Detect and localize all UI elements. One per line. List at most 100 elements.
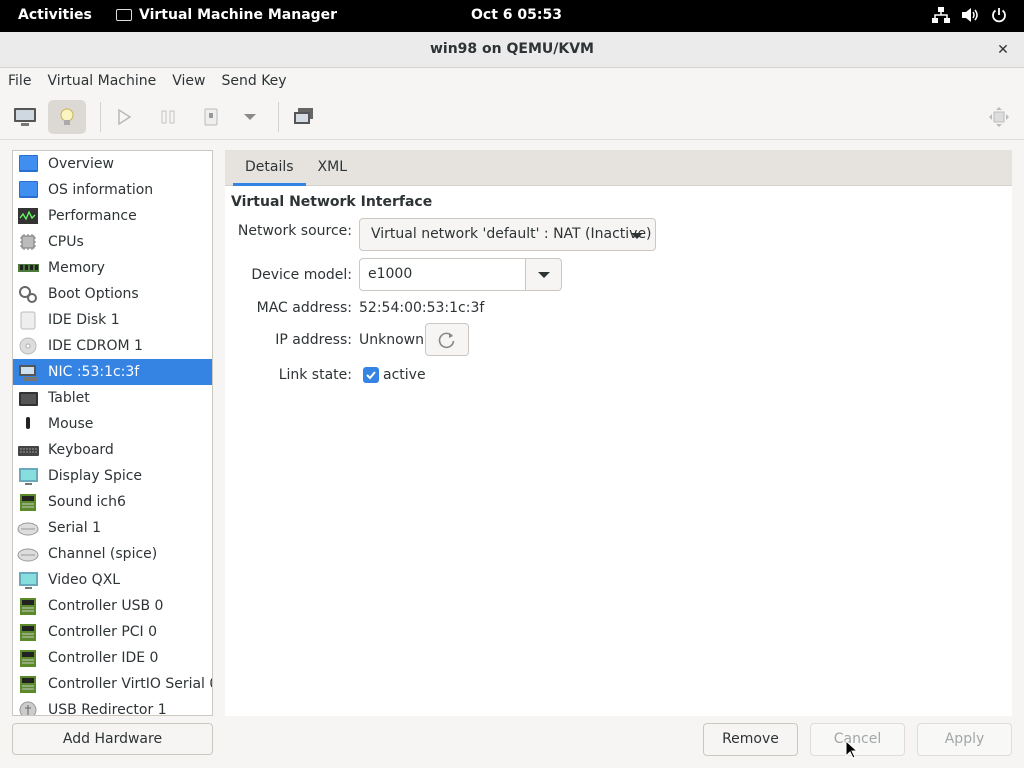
pause-icon [161,110,175,124]
details-panel: Details XML Virtual Network Interface Ne… [225,150,1012,716]
add-hardware-button[interactable]: Add Hardware [12,723,213,755]
app-menu[interactable]: Virtual Machine Manager [116,7,337,23]
window-title: win98 on QEMU/KVM [429,41,594,57]
hardware-list-item-label: Keyboard [48,442,114,458]
tab-xml[interactable]: XML [306,150,359,186]
hardware-list-item-label: Display Spice [48,468,143,484]
hardware-list-item[interactable]: Keyboard [13,437,212,463]
network-source-value: Virtual network 'default' : NAT (Inactiv… [371,226,652,242]
hardware-list-item[interactable]: Tablet [13,385,212,411]
menu-view[interactable]: View [164,68,213,96]
serial-icon [17,548,39,562]
usb-icon [19,701,37,715]
hardware-list-item[interactable]: Controller PCI 0 [13,619,212,645]
hardware-list-item-label: Performance [48,208,137,224]
hardware-list-item-label: Serial 1 [48,520,101,536]
shutdown-button[interactable] [192,100,230,134]
cdrom-icon [19,337,37,355]
menu-send-key[interactable]: Send Key [213,68,294,96]
card-icon [20,624,36,641]
snapshots-button[interactable] [285,100,323,134]
activities-button[interactable]: Activities [18,7,92,23]
hardware-list-item[interactable]: Channel (spice) [13,541,212,567]
monitor-blue-icon [19,155,38,172]
shutdown-menu-button[interactable] [231,100,269,134]
hardware-list-item[interactable]: Mouse [13,411,212,437]
hardware-list-item[interactable]: IDE Disk 1 [13,307,212,333]
keyboard-icon [18,446,39,456]
hardware-list-item[interactable]: NIC :53:1c:3f [13,359,212,385]
network-source-dropdown[interactable]: Virtual network 'default' : NAT (Inactiv… [359,218,656,251]
hardware-list-item[interactable]: OS information [13,177,212,203]
close-icon[interactable]: ✕ [992,39,1014,61]
hardware-list[interactable]: Overview OS information Performance CPUs Mem… [12,150,213,716]
hardware-list-item-label: Overview [48,156,114,172]
hardware-list-item[interactable]: Memory [13,255,212,281]
refresh-icon [438,332,455,348]
apply-button[interactable]: Apply [917,723,1012,756]
volume-icon[interactable] [961,7,979,25]
hardware-list-item-label: OS information [48,182,154,198]
hardware-list-item-label: CPUs [48,234,84,250]
hardware-list-item[interactable]: Controller VirtIO Serial 0 [13,671,212,697]
details-view-button[interactable] [48,100,86,134]
chevron-down-icon [538,272,550,278]
network-icon[interactable] [932,7,950,25]
hardware-list-item-label: Boot Options [48,286,139,302]
shutdown-icon [204,108,218,126]
clock[interactable]: Oct 6 05:53 [471,7,562,23]
hardware-list-item[interactable]: Overview [13,151,212,177]
hardware-list-item-label: Channel (spice) [48,546,158,562]
play-icon [118,109,132,125]
refresh-ip-button[interactable] [425,323,469,356]
card-icon [20,598,36,615]
tab-details[interactable]: Details [233,150,306,186]
window-titlebar[interactable]: win98 on QEMU/KVM ✕ [0,32,1024,68]
pause-button[interactable] [149,100,187,134]
monitor-blue-icon [19,181,38,198]
ip-address-value: Unknown [359,332,424,348]
card-icon [20,494,36,511]
system-tray[interactable] [932,7,1008,25]
mac-address-value: 52:54:00:53:1c:3f [359,300,485,316]
fullscreen-button[interactable] [980,100,1018,134]
power-icon[interactable] [990,7,1008,25]
hardware-list-item[interactable]: IDE CDROM 1 [13,333,212,359]
menu-virtual-machine[interactable]: Virtual Machine [39,68,164,96]
snapshots-icon [294,108,313,124]
link-state-checkbox-label[interactable]: active [383,367,426,383]
hardware-list-item[interactable]: Sound ich6 [13,489,212,515]
hardware-list-item-label: Controller VirtIO Serial 0 [48,676,213,692]
network-source-label: Network source: [237,223,352,239]
hardware-list-item[interactable]: CPUs [13,229,212,255]
hardware-list-item[interactable]: Controller USB 0 [13,593,212,619]
hardware-list-item[interactable]: Serial 1 [13,515,212,541]
hardware-list-item[interactable]: Boot Options [13,281,212,307]
mouse-icon [26,417,30,429]
device-model-dropdown-button[interactable] [525,258,562,291]
hardware-list-item[interactable]: Performance [13,203,212,229]
hardware-list-item-label: Mouse [48,416,94,432]
top-bar: Activities Virtual Machine Manager Oct 6… [0,0,1024,32]
hardware-list-item[interactable]: USB Redirector 1 [13,697,212,715]
console-view-button[interactable] [6,100,44,134]
ip-address-label: IP address: [275,332,352,348]
link-state-label: Link state: [278,367,352,383]
display-icon [19,468,38,485]
monitor-icon [14,108,36,126]
serial-icon [17,522,39,536]
run-button[interactable] [105,100,143,134]
hardware-list-item-label: IDE CDROM 1 [48,338,143,354]
remove-button[interactable]: Remove [703,723,798,756]
hardware-list-item[interactable]: Display Spice [13,463,212,489]
card-icon [20,650,36,667]
menu-file[interactable]: File [0,68,39,96]
hardware-list-item[interactable]: Controller IDE 0 [13,645,212,671]
hardware-list-item[interactable]: Video QXL [13,567,212,593]
app-icon [116,9,132,21]
device-model-input[interactable]: e1000 [359,258,526,291]
device-model-value: e1000 [368,266,413,282]
hardware-list-item-label: NIC :53:1c:3f [48,364,140,380]
display-icon [19,572,38,589]
link-state-checkbox[interactable] [363,367,379,383]
